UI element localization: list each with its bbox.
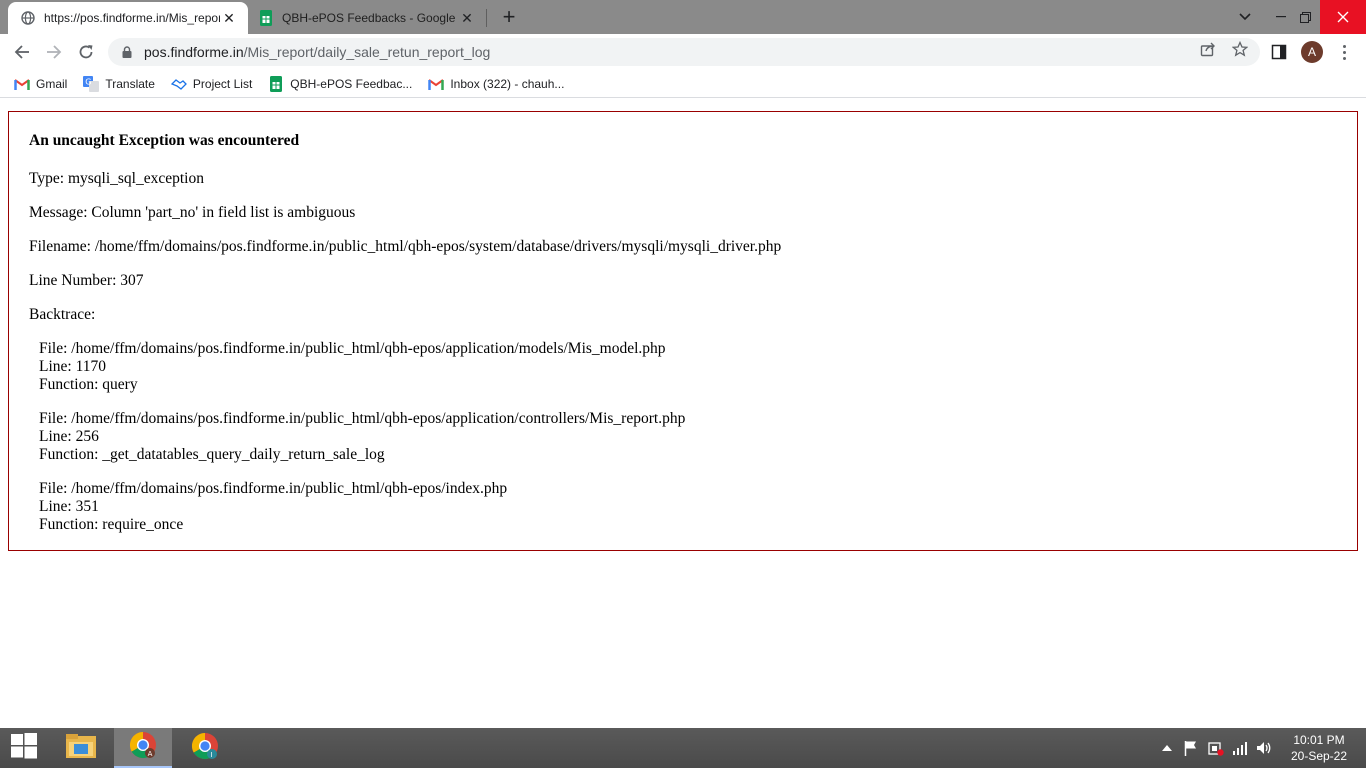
restore-button[interactable]	[1290, 0, 1320, 34]
backtrace-file: File: /home/ffm/domains/pos.findforme.in…	[39, 410, 686, 427]
forward-button[interactable]	[42, 40, 66, 64]
tab-google-sheets[interactable]: QBH-ePOS Feedbacks - Google Sheets ✕	[250, 2, 486, 34]
page-content: An uncaught Exception was encountered Ty…	[0, 99, 1366, 728]
error-line-number: Line Number: 307	[29, 272, 144, 289]
bookmarks-bar: Gmail G Translate Project List QBH-ePOS …	[0, 70, 1366, 98]
network-adapter-icon[interactable]	[1208, 740, 1224, 756]
backtrace-entry: File: /home/ffm/domains/pos.findforme.in…	[39, 410, 1337, 464]
taskbar-chrome[interactable]: I	[182, 728, 228, 768]
flag-icon[interactable]	[1183, 740, 1199, 756]
bookmark-qbh-feedbacks[interactable]: QBH-ePOS Feedbac...	[268, 75, 413, 92]
file-explorer-icon	[65, 733, 97, 764]
tab-title: https://pos.findforme.in/Mis_report/dail…	[44, 11, 220, 25]
bookmark-inbox[interactable]: Inbox (322) - chauh...	[428, 76, 564, 92]
backtrace-entry: File: /home/ffm/domains/pos.findforme.in…	[39, 340, 1337, 394]
bookmark-translate[interactable]: G Translate	[83, 75, 155, 92]
backtrace-entry: File: /home/ffm/domains/pos.findforme.in…	[39, 480, 1337, 534]
error-filename: Filename: /home/ffm/domains/pos.findform…	[29, 238, 782, 255]
menu-icon[interactable]	[1336, 41, 1352, 63]
windows-icon	[11, 732, 37, 764]
start-button[interactable]	[0, 728, 48, 768]
wifi-signal-icon[interactable]	[1232, 740, 1248, 756]
gmail-icon	[428, 76, 445, 92]
error-type: Type: mysqli_sql_exception	[29, 170, 204, 187]
bookmark-label: QBH-ePOS Feedbac...	[290, 76, 413, 91]
share-icon[interactable]	[1199, 40, 1217, 58]
translate-icon: G	[83, 75, 100, 92]
bookmark-label: Gmail	[36, 76, 68, 91]
address-bar[interactable]: pos.findforme.in/Mis_report/daily_sale_r…	[108, 38, 1260, 66]
url-host: pos.findforme.in	[144, 44, 244, 60]
bookmark-label: Translate	[105, 76, 155, 91]
google-sheets-icon	[268, 75, 284, 92]
tab-title: QBH-ePOS Feedbacks - Google Sheets	[282, 11, 458, 25]
lock-icon[interactable]	[120, 45, 134, 59]
clock-time: 10:01 PM	[1293, 733, 1345, 747]
star-icon[interactable]	[1231, 40, 1249, 58]
backtrace-file: File: /home/ffm/domains/pos.findforme.in…	[39, 480, 508, 497]
bookmark-label: Project List	[192, 76, 253, 91]
backtrace-line: Line: 1170	[39, 358, 107, 375]
volume-icon[interactable]	[1256, 740, 1272, 756]
svg-text:G: G	[86, 77, 92, 86]
handshake-icon	[170, 76, 187, 92]
system-clock[interactable]: 10:01 PM 20-Sep-22	[1284, 732, 1354, 764]
chrome-icon: A	[128, 730, 158, 765]
taskbar-chrome-active[interactable]: A	[114, 728, 172, 768]
profile-avatar[interactable]: A	[1301, 41, 1323, 63]
tab-active[interactable]: https://pos.findforme.in/Mis_report/dail…	[8, 2, 248, 34]
backtrace-label: Backtrace:	[29, 306, 96, 323]
error-message: Message: Column 'part_no' in field list …	[29, 204, 356, 221]
taskbar: A I 10:01 PM 20-Sep-22	[0, 728, 1366, 768]
url-text: pos.findforme.in/Mis_report/daily_sale_r…	[144, 44, 490, 60]
back-button[interactable]	[10, 40, 34, 64]
error-box: An uncaught Exception was encountered Ty…	[8, 111, 1358, 551]
url-path: /Mis_report/daily_sale_retun_report_log	[243, 44, 491, 60]
backtrace-function: Function: require_once	[39, 516, 184, 533]
tab-separator	[486, 9, 487, 27]
reload-button[interactable]	[74, 40, 98, 64]
backtrace-function: Function: _get_datatables_query_daily_re…	[39, 446, 385, 463]
close-window-button[interactable]	[1320, 0, 1366, 34]
clock-date: 20-Sep-22	[1290, 749, 1348, 763]
backtrace-line: Line: 351	[39, 498, 99, 515]
chrome-profile-badge: I	[211, 751, 213, 759]
bookmark-gmail[interactable]: Gmail	[14, 76, 67, 92]
bookmark-project-list[interactable]: Project List	[170, 76, 253, 92]
bookmark-label: Inbox (322) - chauh...	[450, 76, 565, 91]
new-tab-button[interactable]: +	[498, 6, 520, 28]
tab-strip: https://pos.findforme.in/Mis_report/dail…	[0, 0, 1366, 34]
globe-icon	[20, 10, 36, 26]
close-tab-icon[interactable]: ✕	[220, 9, 238, 27]
backtrace-function: Function: query	[39, 376, 138, 393]
backtrace-line: Line: 256	[39, 428, 99, 445]
chevron-down-icon[interactable]	[1230, 0, 1260, 34]
chrome-profile-badge: A	[148, 750, 153, 758]
chrome-icon: I	[190, 731, 220, 766]
chevron-up-icon[interactable]	[1159, 740, 1175, 756]
side-panel-icon[interactable]	[1270, 43, 1288, 61]
close-tab-icon[interactable]: ✕	[458, 9, 476, 27]
browser-toolbar: pos.findforme.in/Mis_report/daily_sale_r…	[0, 34, 1366, 70]
taskbar-file-explorer[interactable]	[58, 728, 104, 768]
error-heading: An uncaught Exception was encountered	[29, 132, 300, 149]
google-sheets-icon	[258, 10, 274, 26]
gmail-icon	[14, 76, 30, 92]
backtrace-file: File: /home/ffm/domains/pos.findforme.in…	[39, 340, 666, 357]
